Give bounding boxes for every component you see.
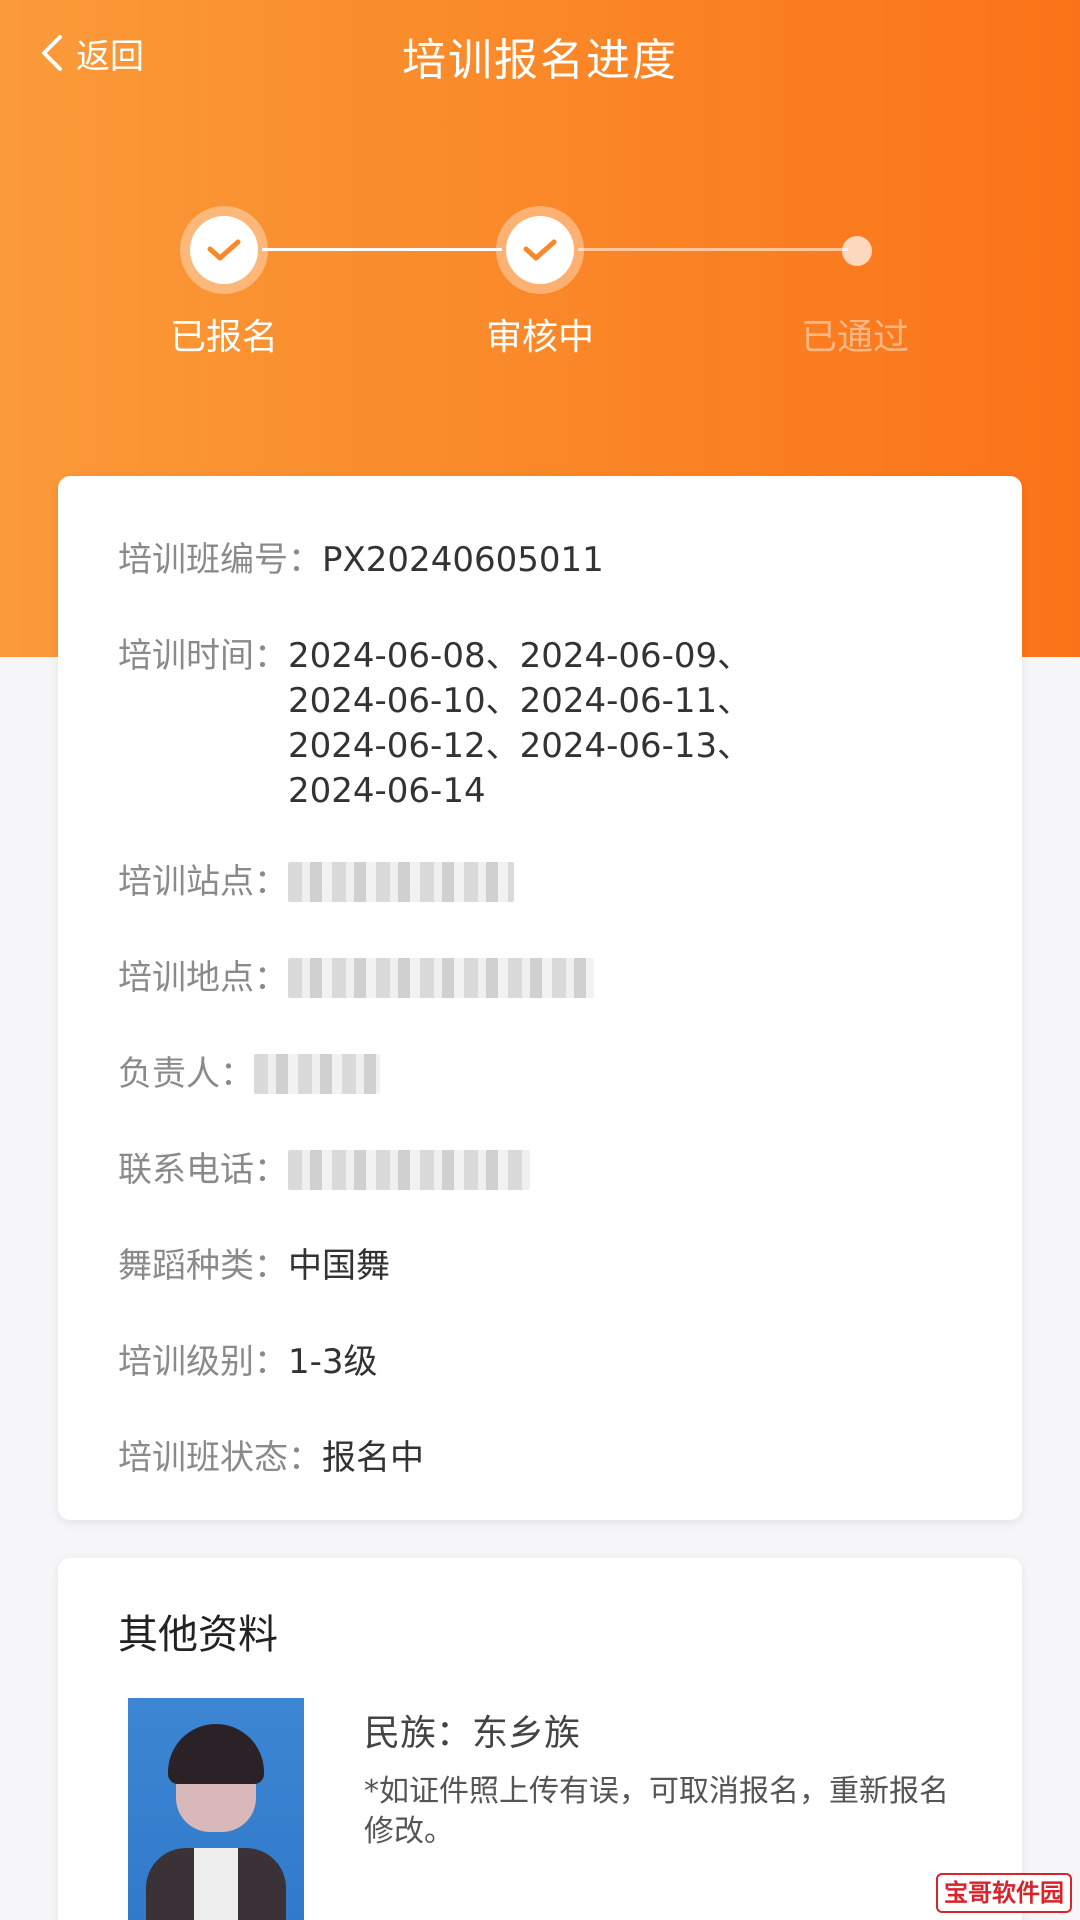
time-line: 2024-06-10、2024-06-11、: [288, 681, 752, 721]
site-row: 培训站点：: [118, 860, 514, 904]
redacted-person-value: [254, 1054, 380, 1094]
watermark-logo: 宝哥软件园: [936, 1873, 1072, 1913]
class-no-label: 培训班编号：: [118, 540, 322, 580]
step-label-registered: 已报名: [169, 317, 278, 358]
step-connector: [578, 248, 848, 251]
check-icon: [523, 239, 557, 261]
site-label: 培训站点：: [118, 862, 288, 902]
person-row: 负责人：: [118, 1052, 380, 1096]
id-photo[interactable]: [128, 1698, 304, 1920]
ethnic-text: 民族：东乡族: [364, 1713, 581, 1754]
level-label: 培训级别：: [118, 1342, 288, 1382]
section-title: 其他资料: [118, 1612, 278, 1658]
check-icon: [207, 239, 241, 261]
time-line: 2024-06-14: [288, 771, 486, 811]
step-pending-marker: [842, 236, 872, 266]
time-line: 2024-06-12、2024-06-13、: [288, 726, 752, 766]
time-line: 2024-06-08、2024-06-09、: [288, 636, 752, 676]
dance-type-row: 舞蹈种类： 中国舞: [118, 1244, 390, 1288]
dance-type-value: 中国舞: [288, 1246, 390, 1286]
time-value: 2024-06-08、2024-06-09、 2024-06-10、2024-0…: [288, 634, 751, 814]
level-value: 1-3级: [288, 1342, 378, 1382]
step-label-approved: 已通过: [800, 317, 909, 358]
dance-type-label: 舞蹈种类：: [118, 1246, 288, 1286]
class-no-value: PX20240605011: [322, 540, 604, 580]
other-info-card: 其他资料 民族：东乡族 *如证件照上传有误，可取消报名，重新报名修改。: [58, 1558, 1022, 1920]
redacted-phone-value: [288, 1150, 530, 1190]
progress-steps: 已报名 审核中 已通过: [0, 200, 1080, 360]
class-info-card: 培训班编号： PX20240605011 培训时间： 2024-06-08、20…: [58, 476, 1022, 1520]
photo-collar: [194, 1848, 238, 1920]
redacted-site-value: [288, 862, 514, 902]
step-connector: [262, 248, 502, 251]
page-title: 培训报名进度: [402, 35, 678, 86]
time-row: 培训时间： 2024-06-08、2024-06-09、 2024-06-10、…: [118, 634, 751, 814]
step-done-marker: [180, 206, 268, 294]
level-row: 培训级别： 1-3级: [118, 1340, 378, 1384]
step-done-marker: [496, 206, 584, 294]
place-label: 培训地点：: [118, 958, 288, 998]
step-label-reviewing: 审核中: [485, 317, 594, 358]
phone-label: 联系电话：: [118, 1150, 288, 1190]
redacted-place-value: [288, 958, 594, 998]
phone-row: 联系电话：: [118, 1148, 530, 1192]
class-no-row: 培训班编号： PX20240605011: [118, 538, 604, 582]
place-row: 培训地点：: [118, 956, 594, 1000]
time-label: 培训时间：: [118, 636, 288, 676]
status-value: 报名中: [322, 1438, 424, 1478]
photo-hair: [168, 1724, 264, 1784]
person-label: 负责人：: [118, 1054, 254, 1094]
photo-note: *如证件照上传有误，可取消报名，重新报名修改。: [364, 1774, 949, 1849]
status-row: 培训班状态： 报名中: [118, 1436, 424, 1480]
status-label: 培训班状态：: [118, 1438, 322, 1478]
top-bar: 返回 培训报名进度: [0, 0, 1080, 110]
